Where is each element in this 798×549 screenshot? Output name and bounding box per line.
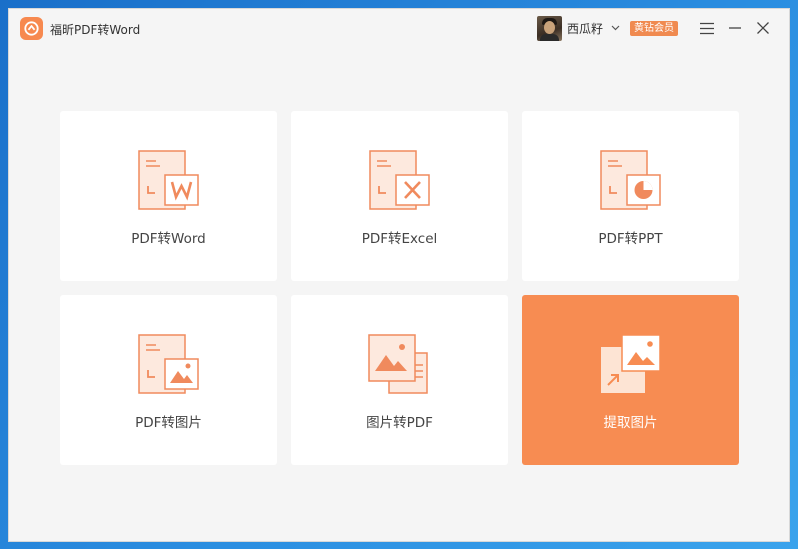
pdf-to-ppt-icon: [600, 150, 661, 210]
tool-card-extract-image[interactable]: 提取图片: [522, 295, 739, 465]
extract-image-icon: [601, 334, 661, 393]
tool-card-pdf-to-image[interactable]: PDF转图片: [60, 295, 277, 465]
user-account[interactable]: 西瓜籽 黄钻会员: [537, 13, 679, 43]
pdf-to-excel-icon: [369, 150, 430, 210]
app-window: 福昕PDF转Word 西瓜籽 黄钻会员 PDF转Word PDF转Excel P…: [8, 8, 790, 542]
app-logo-icon: [20, 17, 43, 40]
pdf-to-word-icon: [138, 150, 199, 210]
image-to-pdf-icon: [368, 334, 428, 394]
tool-card-image-to-pdf[interactable]: 图片转PDF: [291, 295, 508, 465]
tool-label: PDF转Word: [131, 231, 206, 247]
tool-label: 图片转PDF: [366, 415, 433, 431]
tool-label: PDF转Excel: [361, 231, 438, 247]
minimize-icon[interactable]: [726, 19, 744, 37]
vip-badge[interactable]: 黄钻会员: [630, 20, 679, 36]
tool-card-pdf-to-excel[interactable]: PDF转Excel: [291, 111, 508, 281]
title-bar: 福昕PDF转Word 西瓜籽 黄钻会员: [9, 9, 789, 49]
close-icon[interactable]: [754, 19, 772, 37]
hamburger-menu-icon[interactable]: [698, 19, 716, 37]
pdf-to-image-icon: [138, 334, 199, 394]
tool-card-pdf-to-word[interactable]: PDF转Word: [60, 111, 277, 281]
tool-label: 提取图片: [603, 415, 658, 431]
tool-label: PDF转PPT: [598, 231, 663, 247]
tool-label: PDF转图片: [135, 415, 202, 431]
app-title: 福昕PDF转Word: [50, 23, 141, 37]
avatar[interactable]: [537, 15, 562, 41]
username[interactable]: 西瓜籽: [567, 20, 603, 37]
tool-card-pdf-to-ppt[interactable]: PDF转PPT: [522, 111, 739, 281]
chevron-down-icon[interactable]: [611, 23, 621, 33]
